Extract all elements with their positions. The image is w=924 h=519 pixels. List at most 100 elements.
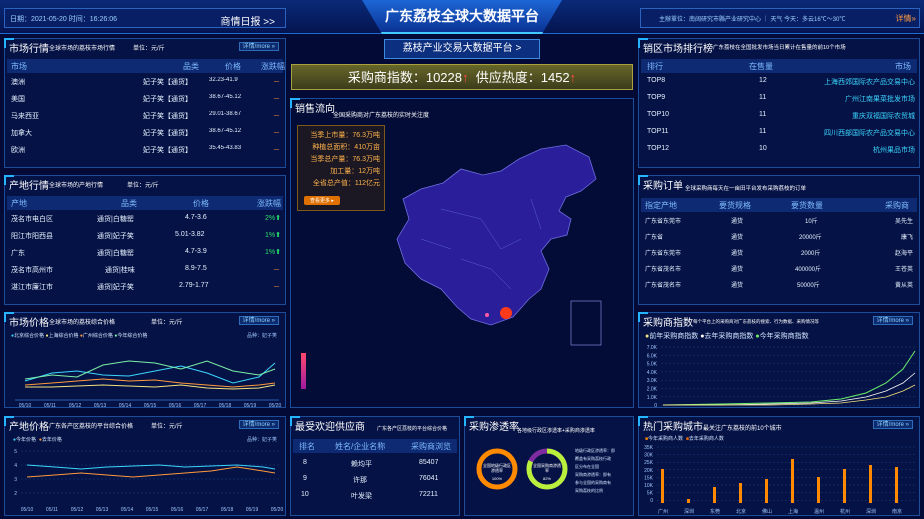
market-price-panel: 市场价格 全球市场的荔枝综合价格 单位：元/斤 详情/more » 品种：妃子笑…	[4, 312, 286, 409]
legend: ●北京综合价格 ●上海综合价格 ●广州综合价格 ●今年综合价格	[11, 333, 148, 339]
y-tick-label: 2	[14, 491, 17, 497]
panel-subtitle: 全球市场的产地行情	[49, 183, 104, 189]
subtitle-button[interactable]: 荔枝产业交易大数据平台 >	[384, 39, 540, 59]
sales-flow-panel: 销售流向 全国采购商对广东荔枝的实时关注度 当季上市量：76.3万吨 种植总面积…	[290, 98, 634, 408]
table-row[interactable]: 广东省 通货 20000斤 康飞	[641, 232, 917, 247]
bar	[843, 469, 846, 503]
table-header: 产地 品类 价格 涨跌幅	[7, 196, 283, 210]
bar	[713, 487, 716, 503]
bar	[895, 467, 898, 503]
table-row[interactable]: TOP12 10 杭州果品市场	[641, 145, 917, 160]
table-row[interactable]: 广东省茂名市 通货 50000斤 黄从英	[641, 280, 917, 295]
series-line	[26, 466, 276, 478]
panel-subtitle: 最关注广东荔枝的前10个城市	[703, 426, 782, 432]
x-tick-label: 广州	[658, 508, 668, 515]
bar	[661, 469, 664, 503]
variety-label: 品种：妃子笑	[246, 333, 277, 339]
daily-report-link[interactable]: 商情日报 >>	[221, 13, 275, 28]
panel-title: 产地价格	[9, 422, 49, 433]
hot-city-panel: 热门采购城市 最关注广东荔枝的前10个城市 详情/more » ■今年采购商人数…	[638, 416, 920, 516]
buyer-index-value: 采购商指数：10228	[347, 70, 462, 85]
info-box: 主辦單位：南阔研究市縣产业研究中心 ｜ 天气 今天：多云16℃～30℃ 详情»	[640, 8, 920, 28]
bar	[869, 465, 872, 503]
panel-title: 最受欢迎供应商	[295, 422, 365, 433]
more-button[interactable]: 详情/more »	[238, 42, 279, 51]
unit-label: 单位：元/斤	[151, 320, 183, 326]
table-row[interactable]: TOP9 11 广州江南果菜批发市场	[641, 94, 917, 109]
table-row[interactable]: 美国 妃子笑【通货】 38.67-45.12 －	[7, 94, 283, 109]
table-row[interactable]: 马来西亚 妃子笑【通货】 29.01-38.67 －	[7, 111, 283, 126]
table-row[interactable]: 广东省东莞市 通货 2000斤 赵海平	[641, 248, 917, 263]
x-tick-label: 东莞	[710, 508, 720, 515]
more-button[interactable]: 详情/more »	[872, 420, 913, 429]
y-tick-label: 7.0K	[647, 345, 658, 351]
table-row[interactable]: 8 赖均平 85407	[293, 459, 457, 474]
x-tick-label: 05/17	[194, 403, 207, 409]
table-row[interactable]: TOP11 11 四川西部国际农产品交易中心	[641, 128, 917, 143]
series-line	[663, 384, 916, 406]
table-header: 指定产地 要货规格 要货数量 采购商	[641, 198, 917, 212]
x-tick-label: 05/20	[271, 507, 284, 513]
datetime-text: 日期：2021-05-20 时间：16:26:06	[10, 16, 117, 23]
table-row[interactable]: 广东省茂名市 通货 400000斤 王苍英	[641, 264, 917, 279]
table-row[interactable]: TOP10 11 重庆双福国际农贸城	[641, 111, 917, 126]
unit-label: 单位：元/斤	[151, 424, 183, 430]
legend: ■今年采购商人数 ■去年采购商人数	[645, 436, 724, 442]
y-tick-label: 6.0K	[647, 353, 658, 359]
panel-subtitle: 广东各产区荔枝的平台综合价格	[49, 424, 134, 430]
more-button[interactable]: 详情/more »	[238, 420, 279, 429]
hotspot-guangdong	[500, 307, 512, 319]
y-tick-label: 1.0K	[647, 395, 658, 401]
table-row[interactable]: 欧洲 妃子笑【通货】 35.45-43.83 －	[7, 145, 283, 160]
more-button[interactable]: 详情/more »	[872, 316, 913, 325]
details-link[interactable]: 详情»	[896, 13, 916, 24]
y-tick-label: 20K	[644, 468, 654, 474]
y-tick-label: 25K	[644, 460, 654, 466]
table-row[interactable]: 茂名市电白区 通货|白糖罂 4.7-3.6 2%⬆	[7, 214, 283, 229]
table-row[interactable]: TOP8 12 上海西郊国际农产品交易中心	[641, 77, 917, 92]
bar	[791, 459, 794, 503]
x-tick-label: 杭州	[840, 508, 850, 515]
table-row[interactable]: 茂名市高州市 通货|桂味 8.9-7.5 －	[7, 265, 283, 280]
view-more-button[interactable]: 查看更多 ▸	[304, 196, 340, 205]
table-row[interactable]: 广东 通货|白糖罂 4.7-3.9 1%⬆	[7, 248, 283, 263]
y-tick-label: 4.0K	[647, 370, 658, 376]
table-row[interactable]: 澳洲 妃子笑【通货】 32.23-41.9 －	[7, 77, 283, 92]
stats-box: 当季上市量：76.3万吨 种植总面积：410万亩 当季总产量：76.3万吨 加工…	[297, 125, 385, 211]
table-row[interactable]: 加拿大 妃子笑【通货】 38.67-45.12 －	[7, 128, 283, 143]
y-tick-label: 15K	[644, 475, 654, 481]
more-button[interactable]: 详情/more »	[238, 316, 279, 325]
x-tick-label: 05/16	[171, 507, 184, 513]
x-tick-label: 05/20	[269, 403, 282, 409]
buyer-index-chart: 7.0K 6.0K 5.0K 4.0K 3.0K 2.0K 1.0K 0	[647, 345, 917, 409]
origin-price-chart: 5 4 3 2 05/10 05/11 05/12 05/13 05/14 05/15 05/16…	[14, 449, 284, 513]
table-row[interactable]: 广东省东莞市 通货 10斤 吴先生	[641, 216, 917, 231]
x-tick-label: 05/12	[71, 507, 84, 513]
unit-label: 单位：元/斤	[127, 183, 159, 189]
x-tick-label: 05/10	[19, 403, 32, 409]
x-tick-label: 北京	[736, 508, 746, 515]
x-tick-label: 05/19	[244, 403, 257, 409]
market-quotes-panel: 市场行情 全球市场的荔枝市场行情 单位：元/斤 详情/more » 市场 品类 …	[4, 38, 286, 168]
table-row[interactable]: 10 叶发梁 72211	[293, 491, 457, 506]
variety-label: 品种：妃子笑	[246, 437, 277, 443]
table-row[interactable]: 阳江市阳西县 通货|妃子笑 5.01-3.82 1%⬆	[7, 231, 283, 246]
date-box: 日期：2021-05-20 时间：16:26:06 商情日报 >>	[4, 8, 286, 28]
table-row[interactable]: 9 许那 76041	[293, 475, 457, 490]
panel-title: 市场行情	[9, 44, 49, 55]
table-header: 市场 品类 价格 涨跌幅	[7, 59, 285, 73]
y-tick-label: 5.0K	[647, 362, 658, 368]
table-header: 排名 姓名/企业名称 采购商浏览	[293, 439, 457, 453]
y-tick-label: 5	[14, 449, 17, 455]
x-tick-label: 深圳	[866, 508, 876, 515]
y-tick-label: 2.0K	[647, 387, 658, 393]
table-row[interactable]: 湛江市廉江市 通货|妃子笑 2.79-1.77 －	[7, 282, 283, 297]
panel-title: 销区市场排行榜	[643, 44, 713, 55]
unit-label: 单位：元/斤	[133, 46, 165, 52]
x-tick-label: 05/14	[119, 403, 132, 409]
hot-city-chart: 35K 30K25K 20K15K 10K 5K0 广州 深圳 东莞 北京 佛山 上海 温州 杭州 深圳…	[644, 445, 917, 515]
bar	[817, 477, 820, 503]
buyer-index-panel: 采购商指数 每个平台上的采购商对广东荔枝的搜索、行为数据、采购情况等 详情/mo…	[638, 312, 920, 409]
origin-price-panel: 产地价格 广东各产区荔枝的平台综合价格 单位：元/斤 详情/more » 品种：…	[4, 416, 286, 516]
series-line	[663, 372, 916, 406]
